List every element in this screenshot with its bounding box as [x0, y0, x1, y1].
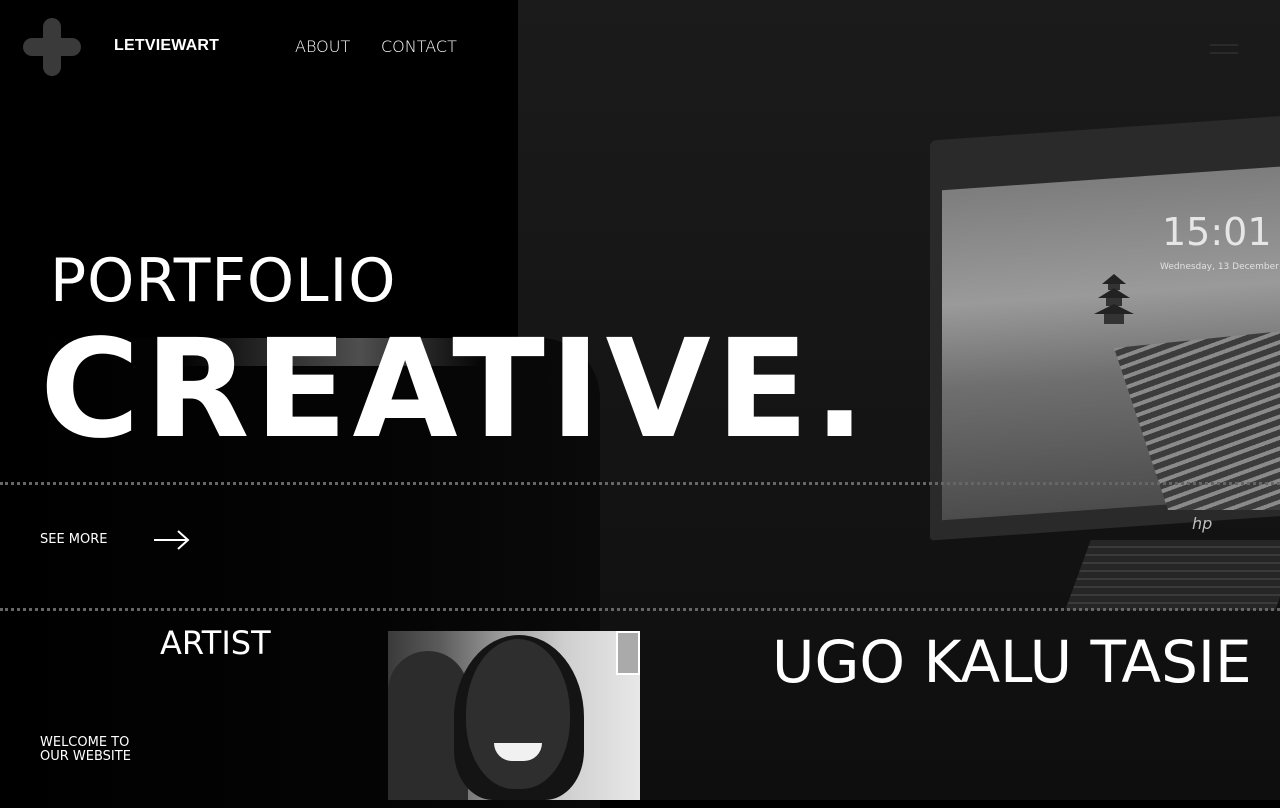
pagoda-icon: [1094, 274, 1134, 324]
brand-name[interactable]: LETVIEWART: [114, 37, 219, 55]
welcome-text: WELCOME TO OUR WEBSITE: [40, 735, 131, 764]
divider-bottom: [0, 608, 1280, 611]
hamburger-menu-icon[interactable]: [1210, 44, 1238, 60]
see-more-button[interactable]: SEE MORE: [40, 532, 108, 547]
plus-icon[interactable]: [23, 18, 81, 76]
hero-title: CREATIVE.: [40, 311, 871, 469]
nav-about[interactable]: ABOUT: [295, 37, 350, 56]
hp-logo: hp: [1192, 514, 1213, 533]
portfolio-label: PORTFOLIO: [50, 246, 397, 316]
nav-contact[interactable]: CONTACT: [381, 37, 457, 56]
artist-photo: [388, 631, 640, 800]
laptop-keyboard: [1065, 540, 1280, 610]
artist-label: ARTIST: [160, 624, 271, 662]
artist-name: UGO KALU TASIE: [772, 628, 1252, 696]
screen-clock: 15:01: [1162, 210, 1272, 254]
arrow-right-icon[interactable]: [152, 528, 192, 552]
divider-top: [0, 482, 1280, 485]
screen-date: Wednesday, 13 December: [1160, 262, 1279, 272]
